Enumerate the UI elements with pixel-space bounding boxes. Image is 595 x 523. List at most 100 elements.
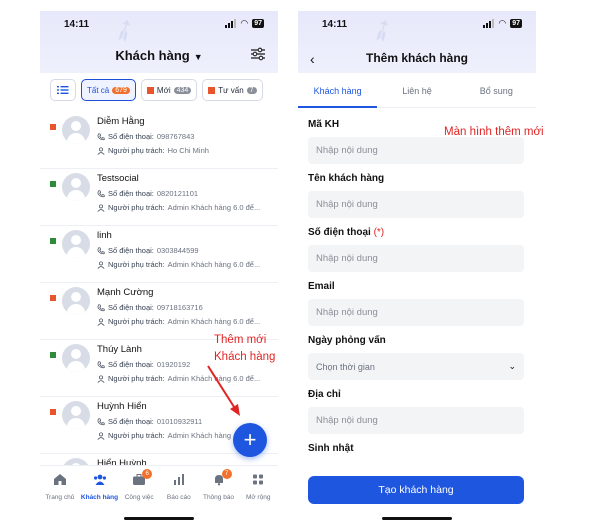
battery-level: 97	[252, 19, 264, 28]
rocket-watermark-icon: ➶	[363, 11, 402, 52]
customer-owner: Người phụ trách: Admin Khách hàng 6.0 để.…	[97, 317, 260, 326]
phone-icon	[97, 132, 105, 140]
filter-chip-consult[interactable]: Tư vấn 7	[202, 79, 263, 101]
tab-chart[interactable]: Báo cáo	[159, 466, 199, 511]
interview-date-picker[interactable]: Chọn thời gian ⌄	[308, 353, 524, 380]
customer-name-input[interactable]	[308, 191, 524, 218]
avatar	[62, 230, 90, 258]
form-tabs: Khách hàng Liên hệ Bổ sung	[298, 80, 536, 108]
tab-label: Trang chủ	[45, 494, 75, 501]
rocket-watermark-icon: ➶	[105, 11, 144, 52]
customer-owner: Người phụ trách: Admin Khách hàng	[97, 431, 231, 440]
signal-icon	[483, 19, 495, 28]
status-time: 14:11	[64, 19, 90, 30]
chevron-down-icon: ▼	[193, 52, 203, 62]
customer-phone: Số điện thoại: 09718163716	[97, 303, 203, 312]
status-square-icon	[50, 124, 56, 130]
tab-users[interactable]: Khách hàng	[80, 466, 120, 511]
field-label-email: Email	[308, 281, 335, 292]
filter-chip-new[interactable]: Mới 434	[140, 79, 198, 101]
list-icon	[57, 86, 69, 94]
avatar	[62, 401, 90, 429]
status-square-icon	[50, 409, 56, 415]
battery-level: 97	[510, 19, 522, 28]
status-icons: ◠ 97	[225, 18, 264, 29]
field-label-address: Địa chỉ	[308, 389, 341, 400]
tab-contact[interactable]: Liên hệ	[377, 80, 456, 107]
list-view-button[interactable]	[50, 79, 76, 101]
customer-name: Mạnh Cường	[97, 287, 154, 298]
customer-name: Testsocial	[97, 173, 139, 184]
customer-phone: Số điện thoại: 0303844599	[97, 246, 199, 255]
avatar	[62, 287, 90, 315]
filter-chips: Tất cả 679 Mới 434 Tư vấn 7	[50, 79, 263, 101]
customer-owner: Người phụ trách: Admin Khách hàng 6.0 để.…	[97, 203, 260, 212]
filter-sliders-icon[interactable]	[250, 47, 266, 61]
annotation-add-screen: Màn hình thêm mới	[444, 126, 544, 138]
customer-row[interactable]: linh Số điện thoại: 0303844599 Người phụ tr…	[40, 226, 278, 283]
add-customer-fab[interactable]: +	[233, 423, 267, 457]
count-badge: 679	[112, 86, 130, 94]
tab-additional[interactable]: Bổ sung	[457, 80, 536, 107]
phone-input[interactable]	[308, 245, 524, 272]
add-customer-screen: ➶ 14:11 ◠ 97 Thêm khách hàng ‹ Khách hàn…	[298, 11, 536, 523]
customer-owner: Người phụ trách: Admin Khách hàng 6.0 để.…	[97, 260, 260, 269]
phone-icon	[97, 246, 105, 254]
customer-name: Thúy Lành	[97, 344, 142, 355]
page-title[interactable]: Khách hàng ▼	[40, 48, 278, 63]
count-badge: 7	[246, 86, 257, 94]
user-icon	[97, 317, 105, 326]
email-input[interactable]	[308, 299, 524, 326]
status-time: 14:11	[322, 19, 348, 30]
grid-icon	[251, 473, 265, 491]
tab-home[interactable]: Trang chủ	[40, 466, 80, 511]
field-label-birthday: Sinh nhật	[308, 443, 354, 454]
customer-form: Mã KH Tên khách hàng Số điện thoại (*) E…	[308, 119, 524, 461]
address-input[interactable]	[308, 407, 524, 434]
phone-icon	[97, 360, 105, 368]
required-mark: (*)	[373, 227, 385, 238]
field-label-interview-date: Ngày phỏng vấn	[308, 335, 386, 346]
page-title: Thêm khách hàng	[365, 51, 469, 65]
tab-label: Mở rộng	[245, 494, 271, 501]
status-square-icon	[50, 295, 56, 301]
home-indicator	[382, 517, 452, 520]
status-icons: ◠ 97	[483, 18, 522, 29]
home-indicator	[124, 517, 194, 520]
phone-icon	[97, 189, 105, 197]
field-label-phone: Số điện thoại (*)	[308, 227, 385, 238]
count-badge: 434	[173, 86, 192, 94]
wifi-icon: ◠	[240, 18, 249, 28]
customer-phone: Số điện thoại: 01010932911	[97, 417, 202, 426]
customer-row[interactable]: Testsocial Số điện thoại: 0820121101 Người …	[40, 169, 278, 226]
user-icon	[97, 260, 105, 269]
tab-briefcase[interactable]: 6 Công việc	[119, 466, 159, 511]
customer-code-input[interactable]	[308, 137, 524, 164]
customer-phone: Số điện thoại: 0820121101	[97, 189, 198, 198]
status-square-icon	[50, 238, 56, 244]
status-square-icon	[208, 86, 216, 94]
user-icon	[97, 431, 105, 440]
back-arrow-icon[interactable]: ‹	[310, 51, 315, 67]
tab-label: Thông báo	[202, 494, 235, 501]
filter-chip-all[interactable]: Tất cả 679	[81, 79, 136, 101]
avatar	[62, 173, 90, 201]
notification-badge: 7	[221, 469, 232, 479]
bottom-tab-bar: Trang chủ Khách hàng 6 Công việc Báo cáo 7 Thô…	[40, 465, 278, 511]
home-icon	[53, 473, 67, 491]
tab-label: Báo cáo	[166, 494, 191, 501]
tab-label: Công việc	[124, 494, 154, 501]
status-square-icon	[146, 86, 154, 94]
tab-grid[interactable]: Mở rộng	[238, 466, 278, 511]
customer-row[interactable]: Diễm Hằng Số điện thoại: 098767843 Người ph…	[40, 112, 278, 169]
users-icon	[93, 473, 107, 491]
field-label-name: Tên khách hàng	[308, 173, 385, 184]
create-customer-button[interactable]: Tạo khách hàng	[308, 476, 524, 504]
notification-badge: 6	[142, 469, 153, 479]
tab-customer[interactable]: Khách hàng	[298, 80, 378, 108]
chevron-down-icon: ⌄	[508, 361, 516, 371]
annotation-arrow	[207, 365, 240, 416]
customer-name: linh	[97, 230, 112, 241]
status-square-icon	[50, 181, 56, 187]
tab-bell[interactable]: 7 Thông báo	[199, 466, 239, 511]
